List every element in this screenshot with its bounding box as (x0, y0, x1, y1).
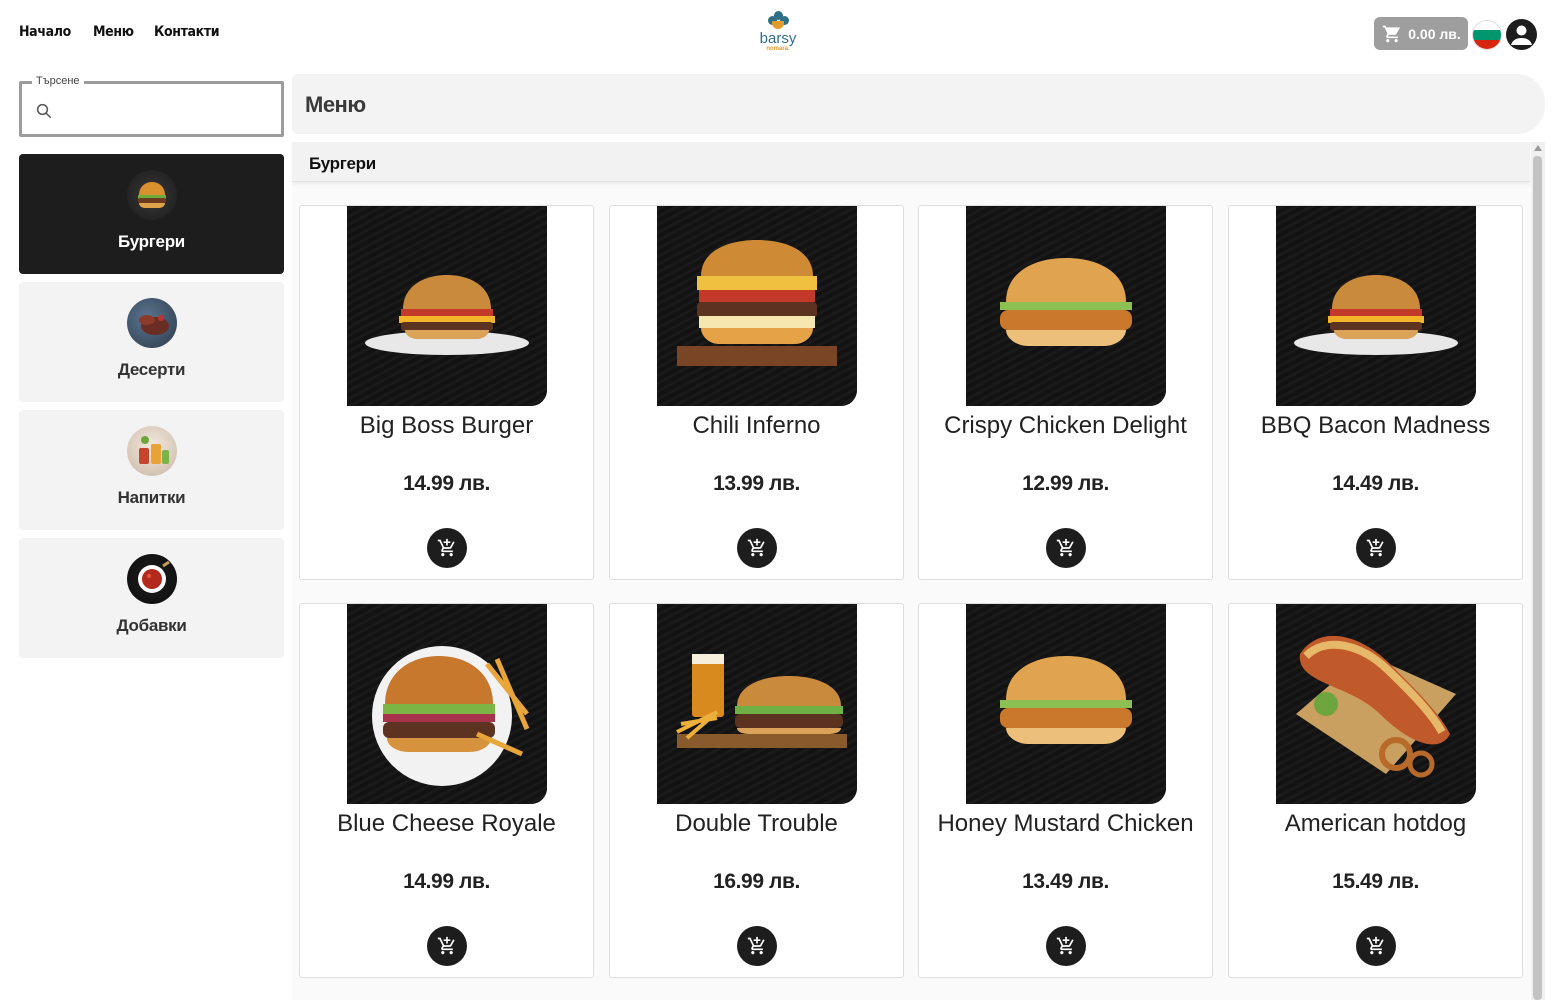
product-image[interactable] (966, 206, 1166, 406)
category-label: Десерти (117, 360, 186, 379)
add-to-cart-button[interactable] (427, 926, 467, 966)
product-card[interactable]: BBQ Bacon Madness 14.49 лв. (1228, 205, 1523, 580)
product-card[interactable]: Honey Mustard Chicken 13.49 лв. (918, 603, 1213, 978)
product-card[interactable]: Blue Cheese Royale 14.99 лв. (299, 603, 594, 978)
drinks-category-icon (126, 426, 177, 476)
scrollbar-thumb[interactable] (1533, 156, 1542, 1000)
category-drinks[interactable]: Напитки (19, 410, 284, 530)
product-price: 13.49 лв. (1022, 870, 1109, 893)
logo-word: barsy (759, 30, 797, 47)
add-to-cart-button[interactable] (1046, 926, 1086, 966)
category-label: Напитки (117, 488, 186, 507)
add-to-cart-icon (747, 538, 765, 557)
add-to-cart-icon (1056, 538, 1074, 557)
scroll-up-icon[interactable] (1534, 145, 1542, 151)
product-price: 14.49 лв. (1332, 472, 1419, 495)
product-image[interactable] (1276, 206, 1476, 406)
category-label: Бургери (118, 232, 185, 251)
add-to-cart-icon (437, 936, 455, 955)
category-burgers[interactable]: Бургери (19, 154, 284, 274)
add-to-cart-icon (1366, 936, 1384, 955)
product-card[interactable]: Double Trouble 16.99 лв. (609, 603, 904, 978)
section-title: Бургери (309, 154, 376, 173)
product-image[interactable] (966, 604, 1166, 804)
top-nav: Начало Меню Контакти (19, 24, 226, 40)
dessert-category-icon (126, 298, 177, 348)
barsy-logo[interactable]: barsy nomara. (748, 10, 808, 58)
burger-category-icon (126, 170, 177, 220)
product-price: 14.99 лв. (403, 472, 490, 495)
product-image[interactable] (347, 206, 547, 406)
product-image[interactable] (347, 604, 547, 804)
sauce-category-icon (126, 554, 177, 604)
logo-sub: nomara. (766, 46, 790, 52)
search-label: Търсене (32, 75, 84, 87)
search-input[interactable] (62, 96, 272, 122)
add-to-cart-icon (437, 538, 455, 557)
logo-mark-icon (766, 10, 790, 30)
add-to-cart-button[interactable] (1356, 528, 1396, 568)
product-image[interactable] (657, 604, 857, 804)
user-account-icon[interactable] (1506, 19, 1537, 50)
nav-menu-link[interactable]: Меню (93, 24, 134, 40)
product-image[interactable] (1276, 604, 1476, 804)
section-header: Бургери (292, 142, 1530, 182)
cart-button[interactable]: 0.00 лв. (1374, 17, 1468, 50)
product-name: Blue Cheese Royale (337, 810, 556, 837)
product-name: BBQ Bacon Madness (1260, 412, 1491, 439)
search-icon (36, 103, 52, 119)
product-price: 16.99 лв. (713, 870, 800, 893)
add-to-cart-button[interactable] (427, 528, 467, 568)
nav-home-link[interactable]: Начало (19, 24, 71, 40)
add-to-cart-icon (1366, 538, 1384, 557)
add-to-cart-button[interactable] (737, 926, 777, 966)
product-price: 15.49 лв. (1332, 870, 1419, 893)
product-name: Chili Inferno (692, 412, 821, 439)
product-card[interactable]: American hotdog 15.49 лв. (1228, 603, 1523, 978)
product-name: Big Boss Burger (359, 412, 534, 439)
add-to-cart-button[interactable] (737, 528, 777, 568)
product-image[interactable] (657, 206, 857, 406)
product-card[interactable]: Chili Inferno 13.99 лв. (609, 205, 904, 580)
category-label: Добавки (116, 616, 187, 635)
product-name: American hotdog (1284, 810, 1467, 837)
cart-icon (1383, 25, 1401, 42)
product-name: Double Trouble (675, 810, 838, 837)
product-name: Crispy Chicken Delight (944, 412, 1187, 439)
section-scrollbar[interactable] (1531, 142, 1545, 1000)
category-addons[interactable]: Добавки (19, 538, 284, 658)
nav-contacts-link[interactable]: Контакти (154, 24, 220, 40)
search-field: Търсене (19, 75, 284, 137)
cart-total: 0.00 лв. (1408, 25, 1461, 42)
product-price: 12.99 лв. (1022, 472, 1109, 495)
language-flag-bg-icon[interactable] (1472, 20, 1502, 50)
add-to-cart-icon (747, 936, 765, 955)
product-card[interactable]: Crispy Chicken Delight 12.99 лв. (918, 205, 1213, 580)
product-name: Honey Mustard Chicken (937, 810, 1194, 837)
category-desserts[interactable]: Десерти (19, 282, 284, 402)
add-to-cart-button[interactable] (1046, 528, 1086, 568)
page-title-bar: Меню (292, 74, 1545, 134)
header: Начало Меню Контакти barsy nomara. 0.00 … (0, 0, 1560, 72)
add-to-cart-button[interactable] (1356, 926, 1396, 966)
add-to-cart-icon (1056, 936, 1074, 955)
product-price: 14.99 лв. (403, 870, 490, 893)
product-price: 13.99 лв. (713, 472, 800, 495)
page-title: Меню (305, 92, 366, 117)
product-card[interactable]: Big Boss Burger 14.99 лв. (299, 205, 594, 580)
